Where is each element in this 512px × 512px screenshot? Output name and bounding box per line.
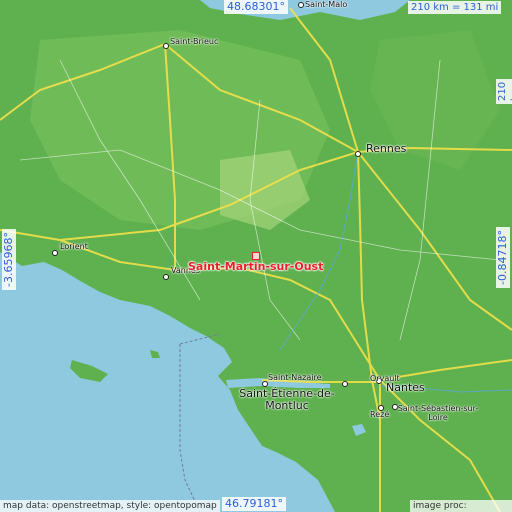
city-label-saint-brieuc: Saint-Brieuc xyxy=(170,37,219,46)
highlighted-place-label: Saint-Martin-sur-Oust xyxy=(188,260,324,273)
city-label-reze: Rezé xyxy=(370,410,390,419)
highlighted-place-marker xyxy=(252,252,260,260)
map-view[interactable]: Saint-Brieuc Saint-Malo Rennes Lorient V… xyxy=(0,0,512,512)
credit-map-data: map data: openstreetmap, style: opentopo… xyxy=(0,500,220,512)
city-dot xyxy=(52,250,58,256)
city-label-saint-nazaire: Saint-Nazaire xyxy=(268,373,322,382)
coord-right-longitude: -0.84718° xyxy=(496,227,510,288)
coord-top-latitude: 48.68301° xyxy=(224,0,288,14)
city-dot xyxy=(342,381,348,387)
city-dot xyxy=(163,43,169,49)
city-label-saint-malo: Saint-Malo xyxy=(305,0,348,9)
credit-image-proc: image proc: elevation.city xyxy=(410,500,512,512)
city-label-saint-etienne-de-montluc: Saint-Étienne-de-Montluc xyxy=(239,387,335,412)
city-label-lorient: Lorient xyxy=(60,242,88,251)
city-label-rennes: Rennes xyxy=(366,142,407,155)
scale-horizontal: 210 km = 131 mi xyxy=(408,1,502,14)
coord-left-longitude: -3.65968° xyxy=(2,229,16,290)
city-dot xyxy=(355,151,361,157)
scale-vertical: 210 km = 131 mi xyxy=(496,78,512,104)
city-label-saint-sebastien-sur-loire: Saint-Sébastien-sur-Loire xyxy=(397,404,479,422)
city-dot xyxy=(298,2,304,8)
city-dot xyxy=(163,274,169,280)
coord-bottom-latitude: 46.79181° xyxy=(222,497,286,511)
city-label-nantes: Nantes xyxy=(386,381,425,394)
